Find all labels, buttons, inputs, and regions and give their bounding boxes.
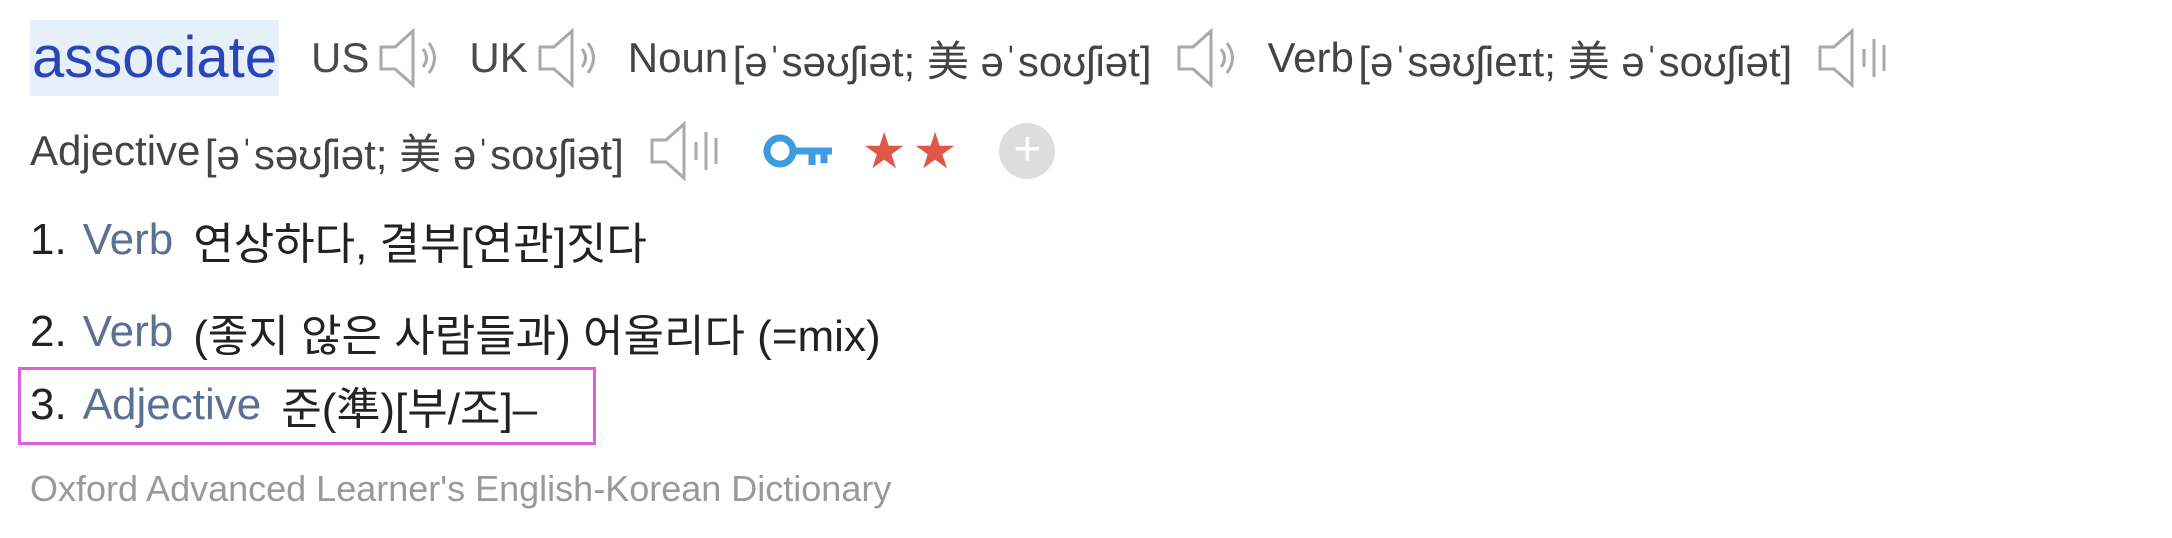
speaker-icon-noun[interactable] [1175,25,1249,91]
definition-text: 연상하다, 결부[연관]짓다 [193,220,647,269]
speaker-playing-icon-adjective[interactable] [648,118,730,184]
dictionary-source[interactable]: Oxford Advanced Learner's English-Korean… [30,468,891,510]
add-icon[interactable]: + [999,123,1056,179]
pronunciation-line-2: Adjective [əˈsəʊʃiət; 美 əˈsoʊʃiət] ★★ + [30,118,1056,184]
ipa-noun: [əˈsəʊʃiət; 美 əˈsoʊʃiət] [732,37,1152,85]
definition-number: 3. [30,380,67,429]
speaker-playing-icon-verb[interactable] [1816,25,1898,91]
ipa-adjective: [əˈsəʊʃiət; 美 əˈsoʊʃiət] [204,130,624,178]
definition-item: 2. Verb (좋지 않은 사람들과) 어울리다 (=mix) [30,302,881,362]
pos-verb: Verb [1267,34,1354,81]
definition-number: 2. [30,307,67,356]
definition-pos: Verb [82,215,174,264]
star-rating: ★★ [861,123,964,179]
definition-item: 3. Adjective 준(準)[부/조]– [30,374,537,436]
speaker-icon-us[interactable] [377,25,451,91]
pos-adjective: Adjective [30,127,201,174]
definition-text: 준(準)[부/조]– [281,385,538,434]
definition-item: 1. Verb 연상하다, 결부[연관]짓다 [30,210,647,270]
speaker-icon-uk[interactable] [536,25,610,91]
definition-pos: Verb [82,307,174,356]
pron-uk-label: UK [469,34,528,81]
key-icon[interactable] [760,129,838,173]
headword: associate [30,20,280,96]
pos-noun: Noun [627,34,729,81]
definition-text: (좋지 않은 사람들과) 어울리다 (=mix) [193,312,881,361]
ipa-verb: [əˈsəʊʃieɪt; 美 əˈsoʊʃiət] [1358,37,1793,85]
pronunciation-line-1: associate US UK Noun [əˈsəʊʃiət; 美 əˈsoʊ… [30,18,1916,98]
definition-number: 1. [30,215,67,264]
pron-us-label: US [311,34,370,81]
definition-pos: Adjective [82,380,262,429]
